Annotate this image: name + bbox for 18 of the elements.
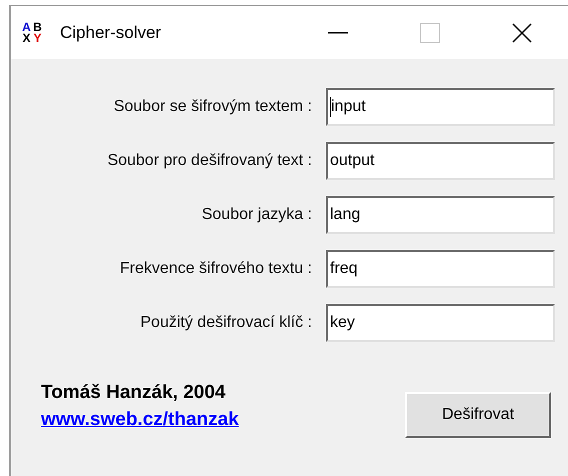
close-icon [512, 22, 532, 42]
minimize-icon [328, 32, 348, 34]
input-field[interactable]: lang [326, 196, 555, 234]
input-field[interactable]: freq [326, 250, 555, 288]
window-title: Cipher-solver [60, 22, 162, 44]
input-field[interactable]: output [326, 142, 555, 180]
author-text: Tomáš Hanzák, 2004 [41, 381, 226, 405]
decrypt-button[interactable]: Dešifrovat [405, 392, 551, 438]
field-label: Použitý dešifrovací klíč : [140, 313, 312, 333]
field-label: Soubor se šifrovým textem : [114, 97, 312, 117]
maximize-icon [420, 22, 440, 42]
field-label: Soubor pro dešifrovaný text : [107, 151, 312, 171]
app-icon: A B X Y [21, 22, 43, 44]
input-field[interactable]: input [326, 88, 555, 126]
input-field[interactable]: key [326, 304, 555, 342]
website-link[interactable]: www.sweb.cz/thanzak [41, 406, 239, 434]
field-label: Frekvence šifrového textu : [120, 259, 312, 279]
field-label: Soubor jazyka : [202, 205, 312, 225]
